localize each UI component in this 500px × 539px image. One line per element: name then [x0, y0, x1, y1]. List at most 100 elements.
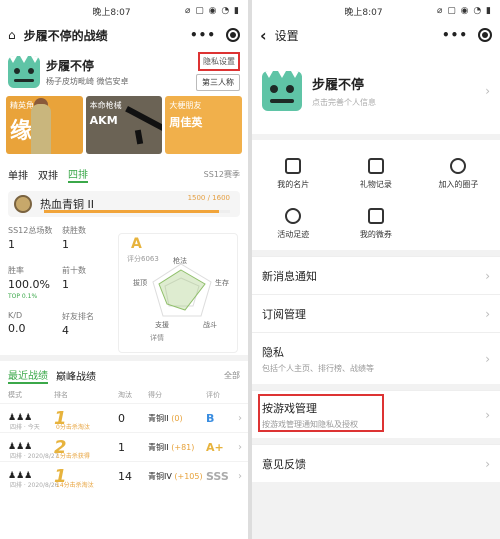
card-value: 周佳英: [169, 116, 203, 129]
right-screen: 晚上8:07 ⌀ ▢ ◉ ◔ ▮ ‹ 设置 ••• 步履不停 点击完善个人信息 …: [252, 0, 500, 539]
filter-all[interactable]: 全部: [224, 370, 240, 381]
kills-value: 0: [118, 411, 125, 425]
grid-item-card[interactable]: 我的名片: [252, 150, 335, 198]
season-label[interactable]: SS12赛季: [204, 169, 240, 180]
chevron-right-icon: ›: [485, 351, 490, 366]
more-icon[interactable]: •••: [442, 28, 468, 42]
card-friend[interactable]: 大梗朋友 周佳英: [165, 96, 243, 154]
grade-value: B: [206, 411, 215, 425]
profile-sub: 杨子皮坊毗崎 微信安卓: [46, 77, 129, 86]
left-screen: 晚上8:07 ⌀ ▢ ◉ ◔ ▮ ⌂ 步履不停的战绩 ••• 步履不停 杨子皮坊…: [0, 0, 248, 539]
avatar: [262, 71, 302, 111]
highlight-box: [258, 394, 384, 432]
card-weapon[interactable]: 本命枪械 AKM: [85, 96, 163, 154]
grid-item-activity[interactable]: 活动足迹: [252, 200, 335, 248]
page-title: 设置: [274, 28, 299, 43]
row-note: 1分击杀获得: [56, 453, 90, 460]
grid-item-coupons[interactable]: 我的微券: [335, 200, 418, 248]
battle-row[interactable]: ♟♟♟ 1 0 青铜II (0) B › 四排 · 今天 0分击杀淘汰: [0, 403, 248, 432]
col-kills: 淘汰: [118, 391, 132, 399]
row-date: 四排 · 2020/8/27: [10, 453, 59, 460]
status-time: 晚上8:07: [344, 7, 383, 18]
nav-bar: ‹ 设置 •••: [252, 22, 500, 48]
status-bar: 晚上8:07 ⌀ ▢ ◉ ◔ ▮: [252, 0, 500, 22]
score-value: 青铜II (0): [148, 413, 183, 423]
capsule: •••: [190, 28, 240, 42]
menu-game-management[interactable]: 按游戏管理 按游戏管理通知隐私及授权 ›: [252, 390, 500, 438]
stats-area: SS12总场数 1 获胜数 1 胜率 100.0% TOP 0.1% 前十数 1 K/D 0…: [0, 221, 248, 355]
feature-grid: 我的名片 礼物记录 加入的圈子 活动足迹 我的微券: [252, 140, 500, 250]
card-icon: [285, 158, 302, 174]
back-icon[interactable]: ‹: [260, 26, 267, 45]
grid-label: 加入的圈子: [438, 180, 479, 189]
more-icon[interactable]: •••: [190, 28, 216, 42]
view-mode-button[interactable]: 第三人称: [196, 74, 240, 91]
privacy-settings-link[interactable]: 隐私设置: [198, 52, 240, 71]
col-rank: 排名: [54, 391, 68, 399]
menu-sub: 包括个人主页、排行榜、战绩等: [262, 363, 374, 373]
menu-label: 隐私: [262, 345, 284, 359]
grid-item-gifts[interactable]: 礼物记录: [335, 150, 418, 198]
status-icons: ⌀ ▢ ◉ ◔ ▮: [184, 6, 240, 16]
grid-label: 活动足迹: [277, 230, 310, 239]
profile-header: 步履不停 杨子皮坊毗崎 微信安卓 隐私设置 第三人称: [0, 48, 248, 92]
grid-label: 我的名片: [277, 180, 310, 189]
stat-friend-rank[interactable]: 好友排名 4: [62, 311, 94, 337]
menu-subscriptions[interactable]: 订阅管理 ›: [252, 294, 500, 332]
tab-recent-battles[interactable]: 最近战绩: [8, 367, 48, 384]
battle-tabs: 最近战绩 巅峰战绩 全部: [0, 361, 248, 390]
score-value: 青铜IV (+105): [148, 471, 203, 481]
col-grade: 评价: [206, 391, 220, 399]
menu-label: 新消息通知: [262, 269, 317, 283]
menu-notifications[interactable]: 新消息通知 ›: [252, 256, 500, 294]
card-label: 大梗朋友: [169, 101, 202, 110]
battle-row[interactable]: ♟♟♟ 2 1 青铜II (+81) A+ › 四排 · 2020/8/27 1分击杀获得: [0, 432, 248, 461]
stat-winrate: 胜率 100.0% TOP 0.1%: [8, 266, 50, 300]
profile-card[interactable]: 步履不停 点击完善个人信息 ›: [252, 48, 500, 134]
stat-top10: 前十数 1: [62, 266, 86, 291]
kills-value: 1: [118, 440, 125, 454]
tab-duo[interactable]: 双排: [38, 167, 58, 182]
mode-tabs: 单排 双排 四排 SS12赛季: [0, 158, 248, 187]
status-time: 晚上8:07: [92, 7, 131, 18]
profile-name: 步履不停: [312, 78, 365, 93]
status-bar: 晚上8:07 ⌀ ▢ ◉ ◔ ▮: [0, 0, 248, 22]
col-score: 得分: [148, 391, 162, 399]
tab-squad[interactable]: 四排: [68, 166, 88, 183]
grid-item-circles[interactable]: 加入的圈子: [417, 150, 500, 198]
status-icons: ⌀ ▢ ◉ ◔ ▮: [436, 6, 492, 16]
radar-detail-link[interactable]: 详情: [150, 333, 164, 343]
nav-bar: ⌂ 步履不停的战绩 •••: [0, 22, 248, 48]
chat-icon: [450, 158, 467, 174]
chevron-right-icon: ›: [238, 412, 242, 424]
radar-label: 拔顶: [133, 279, 147, 287]
radar-label: 支援: [155, 321, 169, 329]
tab-peak-battles[interactable]: 巅峰战绩: [56, 368, 96, 383]
menu-label: 意见反馈: [262, 457, 306, 471]
close-mini-program-icon[interactable]: [226, 28, 240, 42]
stat-wins: 获胜数 1: [62, 226, 86, 251]
tab-solo[interactable]: 单排: [8, 167, 28, 182]
menu-feedback[interactable]: 意见反馈 ›: [252, 444, 500, 482]
close-mini-program-icon[interactable]: [478, 28, 492, 42]
score-value: 青铜II (+81): [148, 442, 195, 452]
home-icon[interactable]: ⌂: [8, 28, 16, 42]
grade-value: SSS: [206, 469, 229, 483]
menu-privacy[interactable]: 隐私包括个人主页、排行榜、战绩等 ›: [252, 332, 500, 384]
rank-progress: [44, 210, 219, 213]
card-character[interactable]: 精英角色 缘: [6, 96, 83, 154]
battle-row[interactable]: ♟♟♟ 1 14 青铜IV (+105) SSS › 四排 · 2020/8/26 14分击杀…: [0, 461, 248, 490]
clock-icon: [285, 208, 302, 224]
card-label: 本命枪械: [89, 101, 122, 110]
ticket-icon: [367, 208, 384, 224]
rank-points: 1500 / 1600: [187, 194, 230, 202]
gift-icon: [367, 158, 384, 174]
grid-label: 礼物记录: [359, 180, 392, 189]
chevron-right-icon: ›: [485, 306, 490, 321]
col-mode: 模式: [8, 391, 22, 399]
radar-label: 生存: [215, 279, 229, 287]
radar-chart: A 评分6063 枪法 生存 战斗 支援 拔顶: [118, 233, 238, 353]
profile-name: 步履不停: [46, 59, 95, 73]
avatar[interactable]: [8, 56, 40, 88]
battle-table-header: 模式 排名 淘汰 得分 评价: [0, 390, 248, 403]
